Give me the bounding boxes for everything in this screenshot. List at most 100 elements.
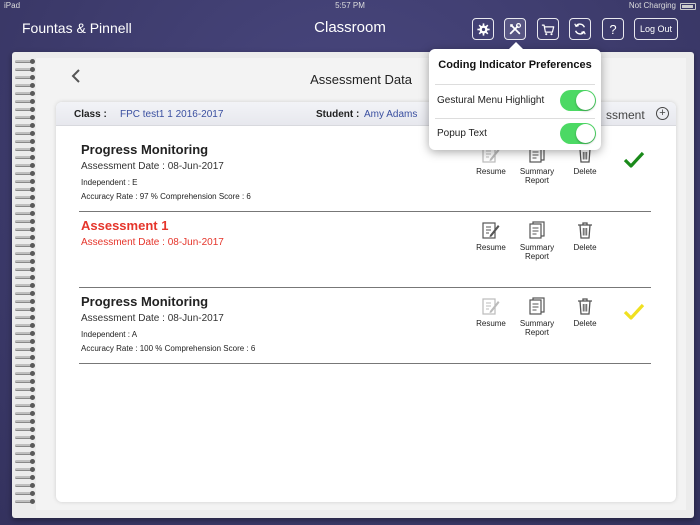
- resume-button[interactable]: Resume: [468, 220, 514, 252]
- delete-button[interactable]: Delete: [562, 296, 608, 328]
- summary-label: Summary: [519, 319, 555, 328]
- spiral-ring: [15, 91, 35, 96]
- spiral-ring: [15, 107, 35, 112]
- add-icon[interactable]: +: [656, 107, 669, 120]
- spiral-ring: [15, 59, 35, 64]
- sync-icon: [574, 23, 586, 35]
- spiral-ring: [15, 387, 35, 392]
- spiral-ring: [15, 139, 35, 144]
- checkmark-icon: [623, 151, 645, 168]
- spiral-ring: [15, 347, 35, 352]
- resume-label: Resume: [476, 319, 506, 328]
- gestural-highlight-option: Gestural Menu Highlight: [437, 87, 597, 115]
- assessment-title[interactable]: Progress Monitoring: [81, 294, 208, 309]
- spiral-ring: [15, 299, 35, 304]
- report-icon: [529, 297, 545, 315]
- settings-button[interactable]: [472, 18, 494, 40]
- assessment-title[interactable]: Assessment 1: [81, 218, 168, 233]
- summary-report-button[interactable]: Summary Report: [514, 144, 560, 185]
- tools-icon: [509, 22, 522, 35]
- spiral-ring: [15, 307, 35, 312]
- delete-label: Delete: [573, 167, 597, 176]
- spiral-ring: [15, 379, 35, 384]
- gestural-highlight-toggle[interactable]: [560, 90, 596, 111]
- spiral-ring: [15, 67, 35, 72]
- logout-button[interactable]: Log Out: [634, 18, 678, 40]
- trash-icon: [578, 222, 592, 239]
- sync-button[interactable]: [569, 18, 591, 40]
- spiral-ring: [15, 267, 35, 272]
- assessment-row: Assessment 1 Assessment Date : 08-Jun-20…: [56, 212, 676, 288]
- spiral-ring: [15, 283, 35, 288]
- spiral-ring: [15, 451, 35, 456]
- popup-text-option: Popup Text: [437, 120, 597, 148]
- spiral-ring: [15, 395, 35, 400]
- spiral-ring: [15, 363, 35, 368]
- spiral-ring: [15, 219, 35, 224]
- assessment-title[interactable]: Progress Monitoring: [81, 142, 208, 157]
- popup-text-toggle[interactable]: [560, 123, 596, 144]
- help-icon: ?: [609, 21, 617, 37]
- trash-icon: [578, 298, 592, 315]
- spiral-ring: [15, 187, 35, 192]
- spiral-ring: [15, 443, 35, 448]
- add-assessment-label[interactable]: ssment: [606, 108, 645, 122]
- spiral-ring: [15, 355, 35, 360]
- spiral-ring: [15, 371, 35, 376]
- spiral-ring: [15, 411, 35, 416]
- spiral-ring: [15, 315, 35, 320]
- popover-divider: [435, 84, 595, 85]
- spiral-binding: [12, 59, 35, 510]
- spiral-ring: [15, 171, 35, 176]
- spiral-ring: [15, 459, 35, 464]
- resume-button[interactable]: Resume: [468, 296, 514, 328]
- delete-label: Delete: [573, 319, 597, 328]
- battery-status: Not Charging: [628, 1, 676, 10]
- tools-button[interactable]: [504, 18, 526, 40]
- report-icon: [529, 221, 545, 239]
- assessment-date: Assessment Date : 08-Jun-2017: [81, 237, 224, 248]
- student-value: Amy Adams: [364, 109, 418, 120]
- class-label: Class :: [74, 109, 107, 120]
- spiral-ring: [15, 155, 35, 160]
- spiral-ring: [15, 227, 35, 232]
- assessment-card: Class : FPC test1 1 2016-2017 Student : …: [56, 102, 676, 502]
- battery-icon: [680, 3, 696, 10]
- spiral-ring: [15, 483, 35, 488]
- spiral-ring: [15, 259, 35, 264]
- coding-preferences-popover: Coding Indicator Preferences Gestural Me…: [429, 42, 601, 150]
- gear-icon: [476, 22, 490, 36]
- resume-label: Resume: [476, 243, 506, 252]
- report-label: Report: [524, 176, 549, 185]
- assessment-date: Assessment Date : 08-Jun-2017: [81, 161, 224, 172]
- report-label: Report: [524, 252, 549, 261]
- spiral-ring: [15, 99, 35, 104]
- nav-bar: Fountas & Pinnell Classroom ? Log Out: [0, 12, 700, 46]
- spiral-ring: [15, 147, 35, 152]
- option-label: Gestural Menu Highlight: [437, 95, 545, 106]
- help-button[interactable]: ?: [602, 18, 624, 40]
- row-divider: [79, 363, 651, 364]
- spiral-ring: [15, 75, 35, 80]
- report-label: Report: [524, 328, 549, 337]
- delete-button[interactable]: Delete: [562, 220, 608, 252]
- spiral-ring: [15, 115, 35, 120]
- edit-icon: [482, 222, 500, 239]
- spiral-ring: [15, 251, 35, 256]
- spiral-ring: [15, 403, 35, 408]
- summary-report-button[interactable]: Summary Report: [514, 296, 560, 337]
- summary-label: Summary: [519, 243, 555, 252]
- store-button[interactable]: [537, 18, 559, 40]
- cart-icon: [541, 24, 555, 35]
- spiral-ring: [15, 475, 35, 480]
- spiral-ring: [15, 491, 35, 496]
- brand-name: Fountas & Pinnell: [22, 20, 132, 36]
- spiral-ring: [15, 427, 35, 432]
- assessment-row: Progress Monitoring Assessment Date : 08…: [56, 288, 676, 364]
- accuracy-comprehension: Accuracy Rate : 100 % Comprehension Scor…: [81, 344, 256, 353]
- summary-report-button[interactable]: Summary Report: [514, 220, 560, 261]
- spiral-ring: [15, 123, 35, 128]
- spiral-ring: [15, 499, 35, 504]
- independent-level: Independent : A: [81, 330, 138, 339]
- option-label: Popup Text: [437, 128, 487, 139]
